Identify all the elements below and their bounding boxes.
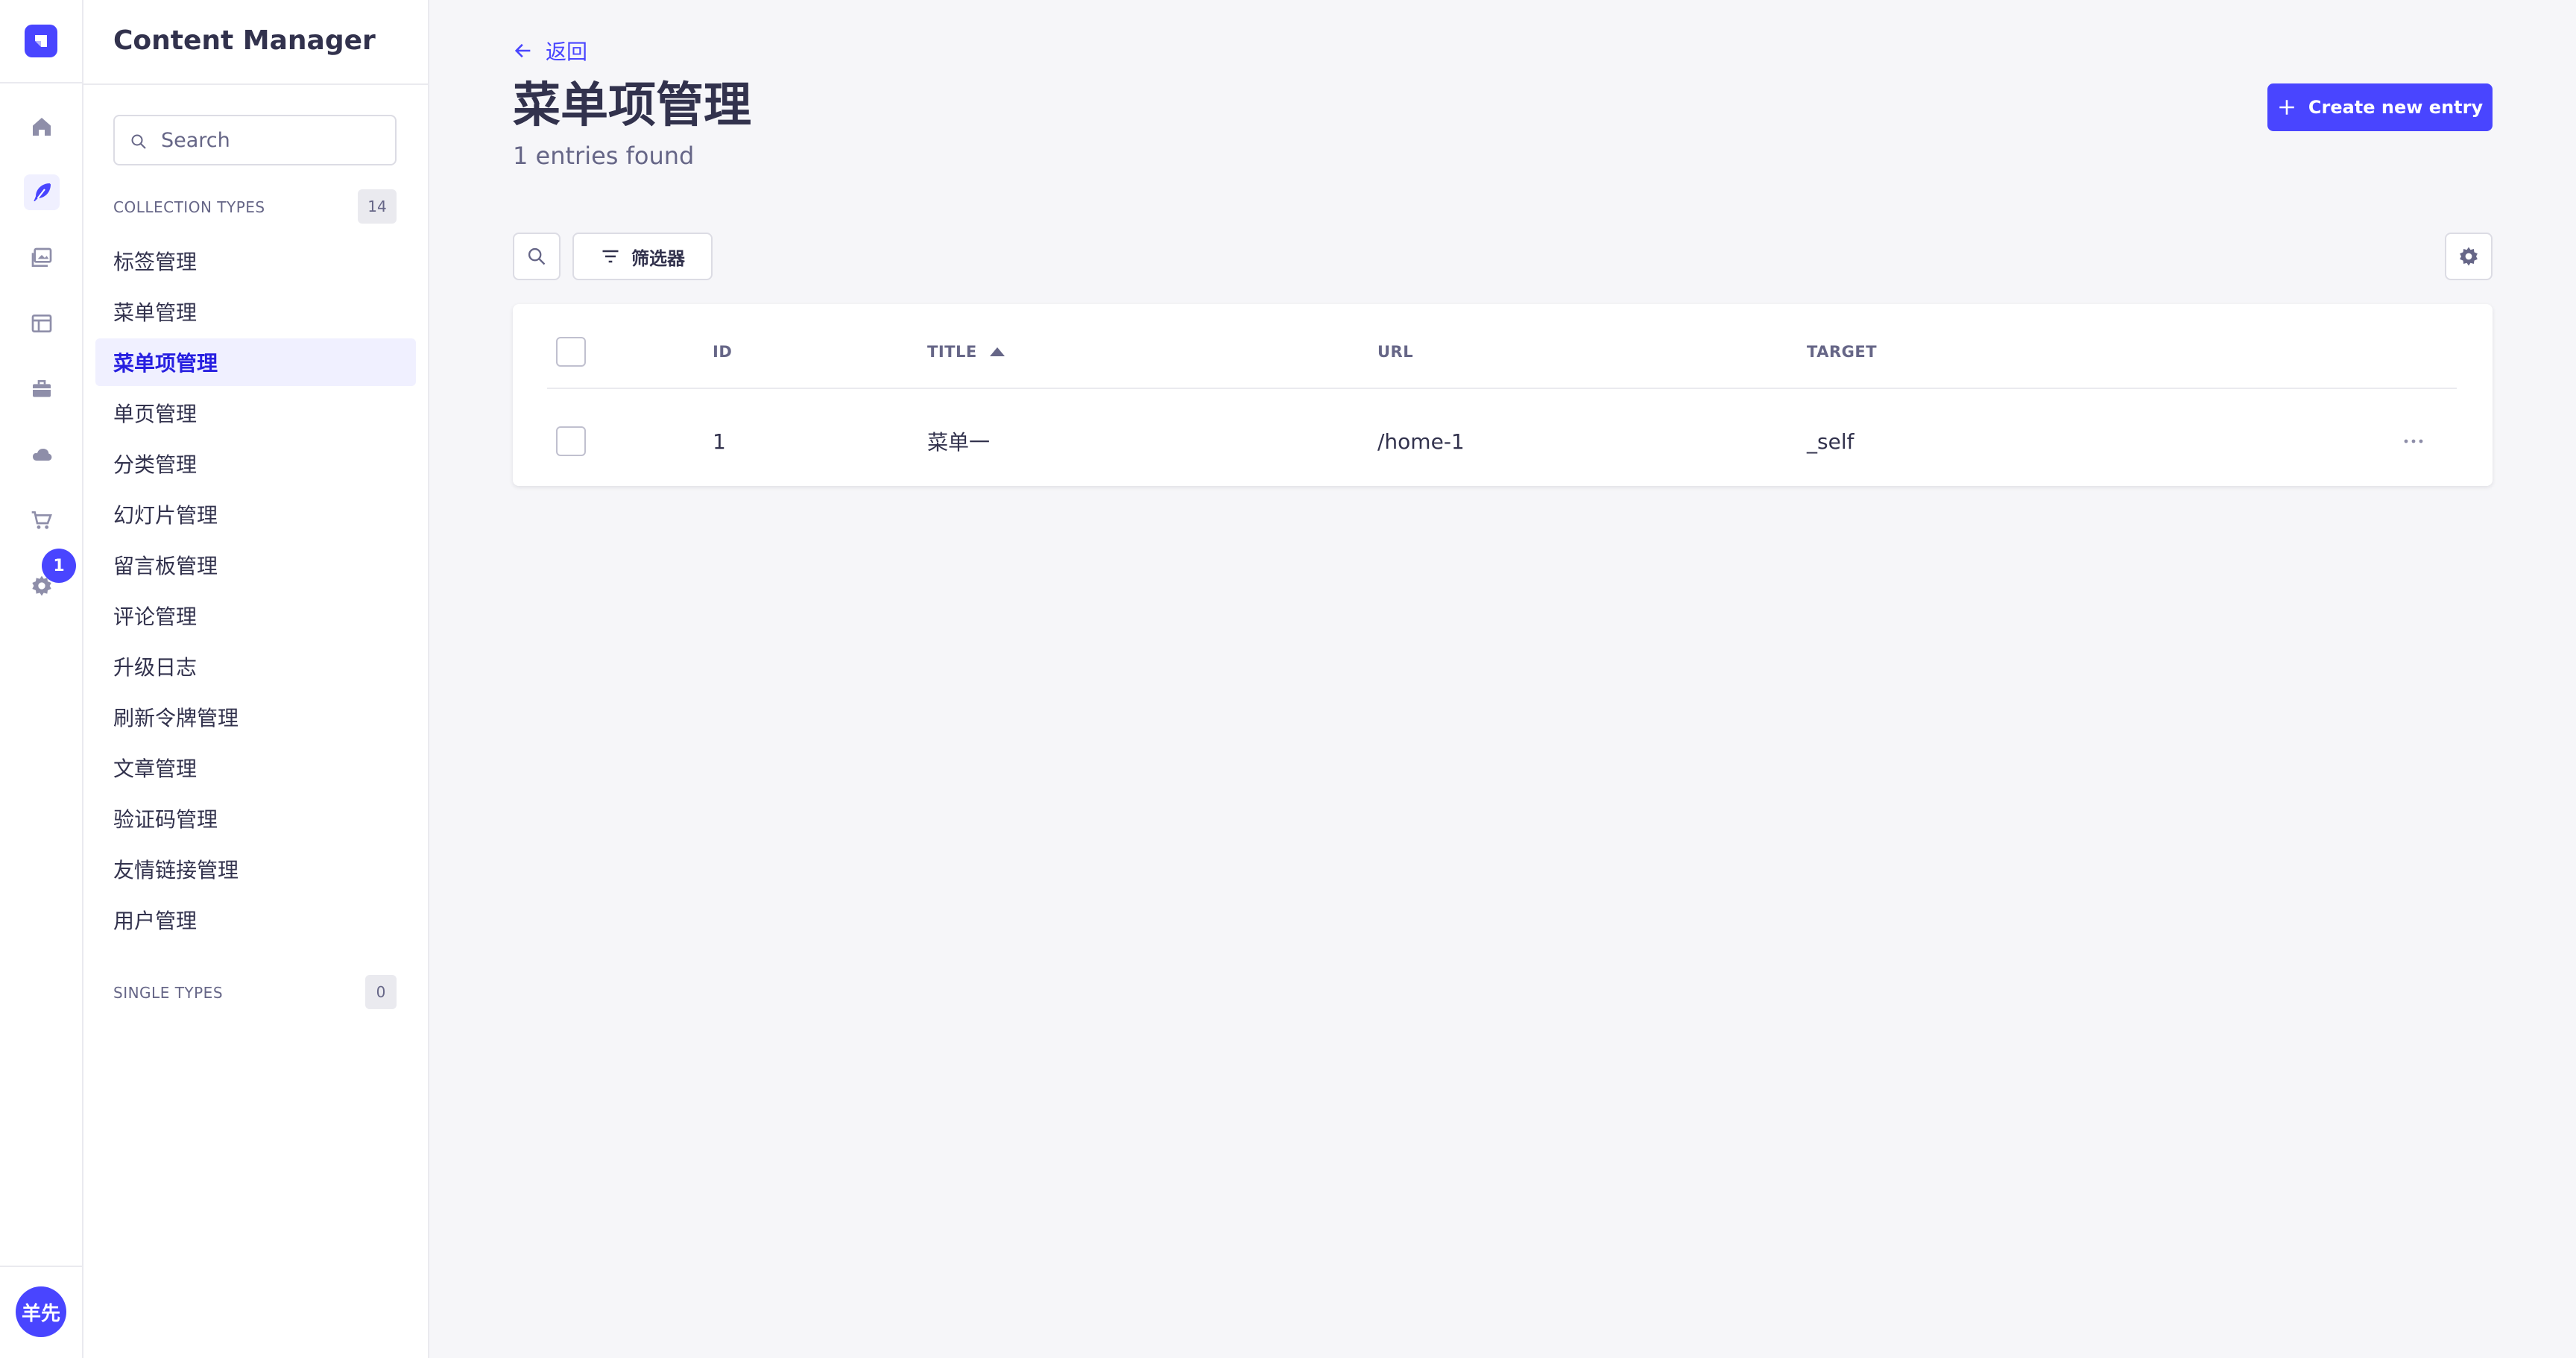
row-actions-button[interactable] [2391,419,2436,464]
page-title: 菜单项管理 [513,78,751,133]
notification-badge: 1 [42,549,76,583]
sidebar-item-article[interactable]: 文章管理 [95,744,416,792]
back-link-label: 返回 [546,40,588,64]
content-manager-sidebar: Content Manager COLLECTION TYPES 14 标签管理… [83,0,429,1358]
column-header-title[interactable]: TITLE [927,329,1006,374]
single-types-count: 0 [365,975,397,1009]
search-icon [528,247,546,265]
plus-icon [2279,100,2294,115]
sidebar-item-single-page[interactable]: 单页管理 [95,389,416,437]
filter-button-label: 筛选器 [631,247,685,269]
main-nav-rail: 1 羊先 [0,0,83,1358]
search-icon [131,134,146,149]
create-new-entry-label: Create new entry [2308,97,2484,118]
cell-id: 1 [713,429,726,454]
row-checkbox[interactable] [556,426,586,456]
column-header-target[interactable]: TARGET [1807,329,1877,374]
sidebar-item-captcha[interactable]: 验证码管理 [95,795,416,842]
back-link[interactable]: 返回 [513,36,587,66]
more-horizontal-icon [2404,439,2423,443]
cart-icon[interactable] [24,502,60,538]
table-divider [547,388,2457,389]
sidebar-item-guestbook[interactable]: 留言板管理 [95,541,416,589]
sidebar-item-slideshow[interactable]: 幻灯片管理 [95,490,416,538]
create-new-entry-button[interactable]: Create new entry [2267,83,2493,131]
cell-title: 菜单一 [927,430,991,455]
entries-table: ID TITLE URL TARGET 1 菜单一 /home-1 _self [513,304,2493,486]
sidebar-divider [83,83,428,85]
layout-icon[interactable] [24,306,60,341]
cloud-icon[interactable] [24,437,60,473]
media-library-icon[interactable] [24,240,60,276]
search-input[interactable] [160,124,383,157]
column-header-url[interactable]: URL [1377,329,1413,374]
collection-types-label: COLLECTION TYPES [113,198,265,216]
strapi-logo-icon[interactable] [25,25,57,57]
single-types-label: SINGLE TYPES [113,984,224,1002]
filter-icon [602,250,619,263]
entries-count: 1 entries found [513,142,695,170]
rail-user-area: 羊先 [0,1266,82,1358]
column-header-id[interactable]: ID [713,329,732,374]
sidebar-item-changelog[interactable]: 升级日志 [95,642,416,690]
sort-ascending-icon [989,347,1005,356]
cell-target: _self [1807,429,1854,454]
sidebar-item-comment[interactable]: 评论管理 [95,592,416,639]
sidebar-title: Content Manager [113,25,376,56]
select-all-checkbox[interactable] [556,337,586,367]
sidebar-item-friend-link[interactable]: 友情链接管理 [95,845,416,893]
sidebar-item-refresh-token[interactable]: 刷新令牌管理 [95,693,416,741]
sidebar-item-menu-item[interactable]: 菜单项管理 [95,338,416,386]
arrow-left-icon [514,43,531,58]
sidebar-item-user[interactable]: 用户管理 [95,896,416,944]
cell-url: /home-1 [1377,429,1465,454]
gear-icon [2460,247,2478,266]
feather-icon[interactable] [24,174,60,210]
column-header-title-label: TITLE [927,343,977,361]
filter-button[interactable]: 筛选器 [572,233,713,280]
home-icon[interactable] [24,109,60,145]
rail-logo-area [0,0,82,83]
sidebar-search [113,115,397,165]
sidebar-item-menu[interactable]: 菜单管理 [95,288,416,335]
sidebar-item-tag[interactable]: 标签管理 [95,237,416,285]
table-settings-button[interactable] [2445,233,2493,280]
sidebar-item-category[interactable]: 分类管理 [95,440,416,487]
briefcase-icon[interactable] [24,371,60,407]
avatar[interactable]: 羊先 [16,1286,66,1337]
collection-types-count: 14 [358,189,397,224]
table-search-button[interactable] [513,233,561,280]
